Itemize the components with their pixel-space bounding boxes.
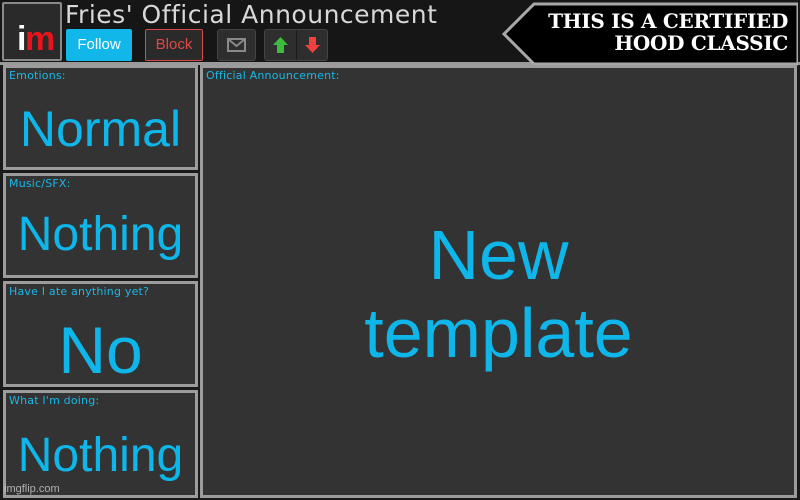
hood-classic-banner: THIS IS A CERTIFIED HOOD CLASSIC	[502, 2, 798, 66]
emotions-value: Normal	[19, 101, 182, 157]
banner-line-1: THIS IS A CERTIFIED	[548, 9, 788, 33]
music-sfx-value: Nothing	[17, 208, 184, 261]
imgflip-watermark: imgflip.com	[4, 483, 60, 495]
header-bar: i m Fries' Official Announcement Follow …	[0, 0, 800, 66]
arrow-down-icon	[305, 37, 320, 53]
what-im-doing-value: Nothing	[17, 429, 184, 482]
banner-text: THIS IS A CERTIFIED HOOD CLASSIC	[518, 10, 788, 54]
announcement-title: Fries' Official Announcement	[65, 0, 438, 29]
music-sfx-label: Music/SFX:	[9, 177, 71, 190]
follow-button[interactable]: Follow	[66, 29, 132, 61]
official-announcement-text: New template	[203, 216, 794, 372]
logo-letter-m: m	[25, 20, 56, 58]
announcement-line-2: template	[364, 294, 633, 372]
upvote-button[interactable]	[265, 30, 296, 60]
banner-line-2: HOOD CLASSIC	[614, 31, 788, 55]
what-im-doing-panel: What I'm doing: Nothing	[3, 390, 198, 498]
what-im-doing-label: What I'm doing:	[9, 394, 100, 407]
downvote-button[interactable]	[297, 30, 328, 60]
ate-anything-panel: Have I ate anything yet? No	[3, 281, 198, 387]
official-announcement-panel: Official Announcement: New template	[200, 65, 797, 498]
ate-anything-value: No	[58, 313, 143, 387]
message-button[interactable]	[217, 29, 256, 61]
imgflip-logo[interactable]: i m	[2, 2, 62, 61]
emotions-label: Emotions:	[9, 69, 66, 82]
official-announcement-label: Official Announcement:	[206, 69, 340, 82]
block-button[interactable]: Block	[145, 29, 203, 61]
emotions-panel: Emotions: Normal	[3, 65, 198, 170]
envelope-icon	[227, 38, 246, 52]
arrow-up-icon	[273, 37, 288, 53]
vote-buttons	[264, 29, 328, 61]
music-sfx-panel: Music/SFX: Nothing	[3, 173, 198, 278]
ate-anything-label: Have I ate anything yet?	[9, 285, 150, 298]
announcement-line-1: New	[428, 216, 569, 294]
